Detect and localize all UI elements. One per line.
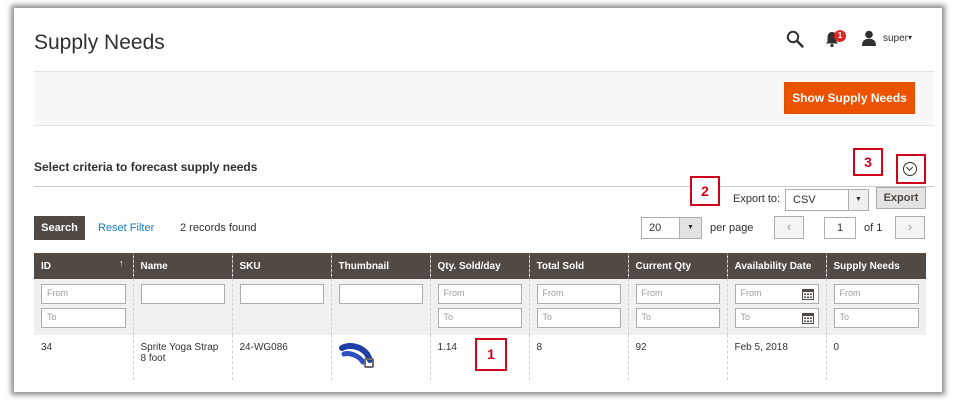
cell-thumbnail [330, 335, 430, 380]
chevron-down-icon: ▼ [848, 190, 868, 210]
show-supply-needs-button[interactable]: Show Supply Needs [784, 82, 915, 114]
section-title: Select criteria to forecast supply needs [34, 160, 258, 174]
filter-qty-sold-from[interactable]: From [437, 284, 522, 304]
filter-cell-sku [231, 279, 331, 335]
export-format-value: CSV [793, 194, 816, 206]
filter-id-from[interactable]: From [41, 284, 126, 304]
collapse-icon[interactable] [903, 162, 917, 176]
column-header-total-sold[interactable]: Total Sold [528, 253, 628, 279]
export-label: Export to: [733, 193, 781, 205]
filter-cell-current-qty: From To [627, 279, 727, 335]
page-total: of 1 [864, 222, 883, 234]
column-header-sku[interactable]: SKU [231, 253, 331, 279]
cell-current-qty: 92 [627, 335, 727, 380]
filter-sku-input[interactable] [239, 284, 324, 304]
records-count: 2 records found [180, 222, 257, 234]
product-thumbnail[interactable] [338, 342, 375, 372]
filter-availability-to[interactable]: To [734, 308, 819, 328]
cell-name: Sprite Yoga Strap 8 foot [132, 335, 232, 380]
filter-qty-sold-to[interactable]: To [437, 308, 522, 328]
grid-header-row: ID ↑ Name SKU Thumbnail Qty. Sold/day Tot… [34, 253, 926, 279]
filter-cell-supply-needs: From To [825, 279, 926, 335]
search-icon[interactable] [786, 30, 804, 48]
cell-total-sold: 8 [528, 335, 628, 380]
calendar-icon[interactable] [801, 312, 814, 324]
filter-thumbnail-input[interactable] [338, 284, 423, 304]
filter-current-qty-from[interactable]: From [635, 284, 720, 304]
page-frame: Supply Needs 1 super ▾ Show Supply Needs… [14, 8, 942, 392]
filter-current-qty-to[interactable]: To [635, 308, 720, 328]
per-page-label: per page [710, 222, 754, 234]
user-icon[interactable] [862, 30, 876, 46]
calendar-icon[interactable] [801, 288, 814, 300]
column-header-name[interactable]: Name [132, 253, 232, 279]
column-header-supply-needs[interactable]: Supply Needs [825, 253, 926, 279]
chevron-down-icon: ▼ [679, 218, 701, 238]
cell-sku: 24-WG086 [231, 335, 331, 380]
column-header-availability-date[interactable]: Availability Date [726, 253, 826, 279]
filter-row: From To From To From To From To From To … [34, 279, 926, 335]
filter-cell-thumbnail [330, 279, 430, 335]
username[interactable]: super [883, 33, 908, 44]
filter-total-sold-from[interactable]: From [536, 284, 621, 304]
filter-cell-availability-date: From To [726, 279, 826, 335]
export-format-select[interactable]: CSV ▼ [785, 189, 869, 211]
filter-total-sold-to[interactable]: To [536, 308, 621, 328]
cell-availability-date: Feb 5, 2018 [726, 335, 826, 380]
column-header-id[interactable]: ID ↑ [34, 253, 133, 279]
callout-1: 1 [475, 338, 507, 371]
sort-arrow-icon: ↑ [119, 258, 124, 268]
filter-supply-needs-to[interactable]: To [833, 308, 919, 328]
filter-name-input[interactable] [140, 284, 225, 304]
search-button[interactable]: Search [34, 216, 85, 240]
page-title: Supply Needs [34, 31, 165, 54]
filter-availability-from[interactable]: From [734, 284, 819, 304]
next-page-button[interactable]: › [895, 216, 925, 239]
filter-cell-qty-sold-day: From To [429, 279, 529, 335]
section-divider [34, 186, 934, 187]
page-number-input[interactable]: 1 [824, 217, 856, 239]
notification-badge: 1 [834, 30, 846, 42]
filter-cell-id: From To [34, 279, 133, 335]
previous-page-button[interactable]: ‹ [774, 216, 804, 239]
cell-id: 34 [41, 342, 53, 353]
callout-3: 3 [853, 148, 883, 176]
export-button[interactable]: Export [876, 187, 926, 209]
cell-supply-needs: 0 [825, 335, 926, 380]
filter-cell-total-sold: From To [528, 279, 628, 335]
column-header-qty-sold-day[interactable]: Qty. Sold/day [429, 253, 529, 279]
per-page-value: 20 [649, 222, 662, 234]
filter-supply-needs-from[interactable]: From [833, 284, 919, 304]
reset-filter-link[interactable]: Reset Filter [98, 222, 154, 234]
chevron-down-icon[interactable]: ▾ [908, 33, 912, 42]
filter-id-to[interactable]: To [41, 308, 126, 328]
column-header-current-qty[interactable]: Current Qty [627, 253, 727, 279]
per-page-select[interactable]: 20 ▼ [641, 217, 702, 239]
column-header-thumbnail[interactable]: Thumbnail [330, 253, 430, 279]
filter-cell-name [132, 279, 232, 335]
callout-2: 2 [690, 176, 720, 206]
